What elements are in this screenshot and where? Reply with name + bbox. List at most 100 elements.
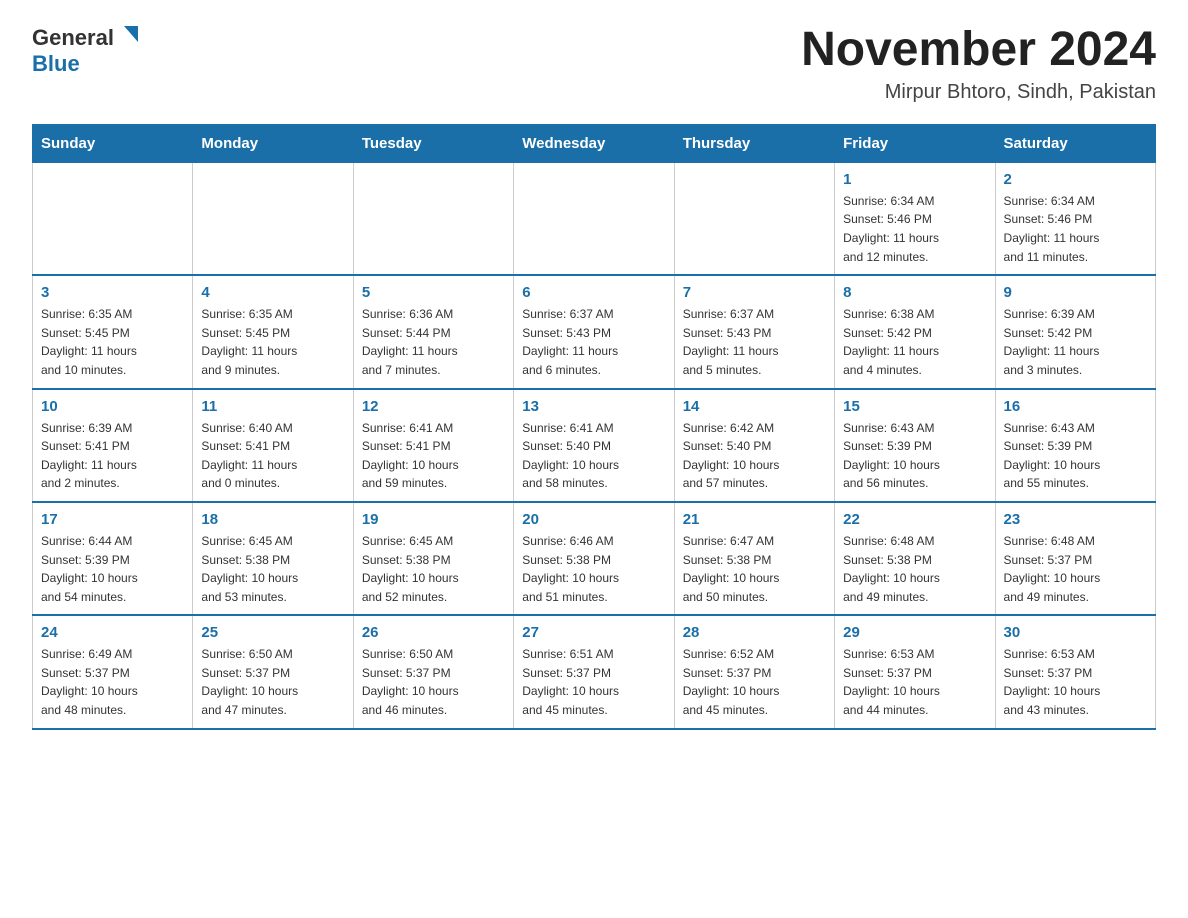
day-info: Sunrise: 6:43 AM Sunset: 5:39 PM Dayligh… <box>1004 419 1147 493</box>
day-number: 26 <box>362 624 505 641</box>
day-info: Sunrise: 6:45 AM Sunset: 5:38 PM Dayligh… <box>201 532 344 606</box>
col-header-monday: Monday <box>193 124 353 162</box>
calendar-cell: 6 Sunrise: 6:37 AM Sunset: 5:43 PM Daylig… <box>514 275 674 388</box>
day-info: Sunrise: 6:42 AM Sunset: 5:40 PM Dayligh… <box>683 419 826 493</box>
calendar-week-row: 10 Sunrise: 6:39 AM Sunset: 5:41 PM Dayli… <box>33 389 1156 502</box>
col-header-friday: Friday <box>835 124 995 162</box>
day-info: Sunrise: 6:41 AM Sunset: 5:41 PM Dayligh… <box>362 419 505 493</box>
calendar-cell: 1Sunrise: 6:34 AM Sunset: 5:46 PM Daylig… <box>835 162 995 275</box>
day-info: Sunrise: 6:35 AM Sunset: 5:45 PM Dayligh… <box>201 305 344 379</box>
calendar-cell: 23 Sunrise: 6:48 AM Sunset: 5:37 PM Dayli… <box>995 502 1155 615</box>
calendar-cell <box>33 162 193 275</box>
calendar-cell <box>674 162 834 275</box>
day-info: Sunrise: 6:36 AM Sunset: 5:44 PM Dayligh… <box>362 305 505 379</box>
day-number: 21 <box>683 511 826 528</box>
day-number: 19 <box>362 511 505 528</box>
day-info: Sunrise: 6:48 AM Sunset: 5:37 PM Dayligh… <box>1004 532 1147 606</box>
calendar-cell: 18 Sunrise: 6:45 AM Sunset: 5:38 PM Dayli… <box>193 502 353 615</box>
calendar-cell <box>353 162 513 275</box>
day-info: Sunrise: 6:47 AM Sunset: 5:38 PM Dayligh… <box>683 532 826 606</box>
day-info: Sunrise: 6:45 AM Sunset: 5:38 PM Dayligh… <box>362 532 505 606</box>
day-info: Sunrise: 6:40 AM Sunset: 5:41 PM Dayligh… <box>201 419 344 493</box>
calendar-cell: 8 Sunrise: 6:38 AM Sunset: 5:42 PM Daylig… <box>835 275 995 388</box>
calendar-week-row: 1Sunrise: 6:34 AM Sunset: 5:46 PM Daylig… <box>33 162 1156 275</box>
calendar-cell: 28 Sunrise: 6:52 AM Sunset: 5:37 PM Dayli… <box>674 615 834 728</box>
title-section: November 2024 Mirpur Bhtoro, Sindh, Paki… <box>801 24 1156 104</box>
day-info: Sunrise: 6:43 AM Sunset: 5:39 PM Dayligh… <box>843 419 986 493</box>
day-info: Sunrise: 6:48 AM Sunset: 5:38 PM Dayligh… <box>843 532 986 606</box>
day-info: Sunrise: 6:34 AM Sunset: 5:46 PM Dayligh… <box>1004 192 1147 266</box>
calendar-cell: 26 Sunrise: 6:50 AM Sunset: 5:37 PM Dayli… <box>353 615 513 728</box>
day-info: Sunrise: 6:34 AM Sunset: 5:46 PM Dayligh… <box>843 192 986 266</box>
day-number: 12 <box>362 398 505 415</box>
day-number: 20 <box>522 511 665 528</box>
day-number: 4 <box>201 284 344 301</box>
calendar-cell: 10 Sunrise: 6:39 AM Sunset: 5:41 PM Dayli… <box>33 389 193 502</box>
day-number: 30 <box>1004 624 1147 641</box>
calendar-cell: 3Sunrise: 6:35 AM Sunset: 5:45 PM Daylig… <box>33 275 193 388</box>
calendar-cell: 9Sunrise: 6:39 AM Sunset: 5:42 PM Daylig… <box>995 275 1155 388</box>
day-number: 24 <box>41 624 184 641</box>
day-info: Sunrise: 6:37 AM Sunset: 5:43 PM Dayligh… <box>522 305 665 379</box>
calendar-cell: 20 Sunrise: 6:46 AM Sunset: 5:38 PM Dayli… <box>514 502 674 615</box>
calendar-cell: 15 Sunrise: 6:43 AM Sunset: 5:39 PM Dayli… <box>835 389 995 502</box>
calendar-cell: 2Sunrise: 6:34 AM Sunset: 5:46 PM Daylig… <box>995 162 1155 275</box>
day-info: Sunrise: 6:53 AM Sunset: 5:37 PM Dayligh… <box>1004 645 1147 719</box>
day-info: Sunrise: 6:38 AM Sunset: 5:42 PM Dayligh… <box>843 305 986 379</box>
calendar-cell: 4 Sunrise: 6:35 AM Sunset: 5:45 PM Daylig… <box>193 275 353 388</box>
calendar-cell: 19 Sunrise: 6:45 AM Sunset: 5:38 PM Dayli… <box>353 502 513 615</box>
calendar-cell: 30 Sunrise: 6:53 AM Sunset: 5:37 PM Dayli… <box>995 615 1155 728</box>
calendar-cell: 29Sunrise: 6:53 AM Sunset: 5:37 PM Dayli… <box>835 615 995 728</box>
day-number: 28 <box>683 624 826 641</box>
calendar-cell: 13Sunrise: 6:41 AM Sunset: 5:40 PM Dayli… <box>514 389 674 502</box>
day-info: Sunrise: 6:51 AM Sunset: 5:37 PM Dayligh… <box>522 645 665 719</box>
day-info: Sunrise: 6:50 AM Sunset: 5:37 PM Dayligh… <box>362 645 505 719</box>
calendar-cell: 21 Sunrise: 6:47 AM Sunset: 5:38 PM Dayli… <box>674 502 834 615</box>
calendar-week-row: 24 Sunrise: 6:49 AM Sunset: 5:37 PM Dayli… <box>33 615 1156 728</box>
calendar-cell: 12 Sunrise: 6:41 AM Sunset: 5:41 PM Dayli… <box>353 389 513 502</box>
col-header-saturday: Saturday <box>995 124 1155 162</box>
calendar-cell: 7Sunrise: 6:37 AM Sunset: 5:43 PM Daylig… <box>674 275 834 388</box>
calendar-cell <box>514 162 674 275</box>
day-info: Sunrise: 6:49 AM Sunset: 5:37 PM Dayligh… <box>41 645 184 719</box>
day-number: 27 <box>522 624 665 641</box>
logo-general-text: General <box>32 25 114 51</box>
month-title: November 2024 <box>801 24 1156 77</box>
day-info: Sunrise: 6:46 AM Sunset: 5:38 PM Dayligh… <box>522 532 665 606</box>
calendar-cell: 14 Sunrise: 6:42 AM Sunset: 5:40 PM Dayli… <box>674 389 834 502</box>
day-number: 29 <box>843 624 986 641</box>
day-number: 3 <box>41 284 184 301</box>
calendar-cell: 27 Sunrise: 6:51 AM Sunset: 5:37 PM Dayli… <box>514 615 674 728</box>
day-number: 18 <box>201 511 344 528</box>
day-number: 15 <box>843 398 986 415</box>
day-number: 23 <box>1004 511 1147 528</box>
calendar-cell: 17Sunrise: 6:44 AM Sunset: 5:39 PM Dayli… <box>33 502 193 615</box>
col-header-thursday: Thursday <box>674 124 834 162</box>
calendar-header-row: SundayMondayTuesdayWednesdayThursdayFrid… <box>33 124 1156 162</box>
calendar-week-row: 3 Sunrise: 6:35 AM Sunset: 5:45 PM Daylig… <box>33 275 1156 388</box>
day-number: 5 <box>362 284 505 301</box>
day-number: 9 <box>1004 284 1147 301</box>
calendar-cell: 25Sunrise: 6:50 AM Sunset: 5:37 PM Dayli… <box>193 615 353 728</box>
logo-icon <box>116 24 138 46</box>
day-number: 10 <box>41 398 184 415</box>
day-number: 6 <box>522 284 665 301</box>
calendar-cell: 24 Sunrise: 6:49 AM Sunset: 5:37 PM Dayli… <box>33 615 193 728</box>
calendar-cell: 5 Sunrise: 6:36 AM Sunset: 5:44 PM Daylig… <box>353 275 513 388</box>
day-info: Sunrise: 6:39 AM Sunset: 5:41 PM Dayligh… <box>41 419 184 493</box>
day-number: 16 <box>1004 398 1147 415</box>
day-number: 11 <box>201 398 344 415</box>
logo-blue-text: Blue <box>32 51 80 76</box>
calendar-cell <box>193 162 353 275</box>
day-number: 8 <box>843 284 986 301</box>
day-number: 14 <box>683 398 826 415</box>
day-number: 7 <box>683 284 826 301</box>
logo: General Blue <box>32 24 138 77</box>
calendar-cell: 16 Sunrise: 6:43 AM Sunset: 5:39 PM Dayli… <box>995 389 1155 502</box>
col-header-sunday: Sunday <box>33 124 193 162</box>
calendar-cell: 22 Sunrise: 6:48 AM Sunset: 5:38 PM Dayli… <box>835 502 995 615</box>
calendar-table: SundayMondayTuesdayWednesdayThursdayFrid… <box>32 124 1156 730</box>
day-info: Sunrise: 6:52 AM Sunset: 5:37 PM Dayligh… <box>683 645 826 719</box>
location-subtitle: Mirpur Bhtoro, Sindh, Pakistan <box>801 81 1156 104</box>
day-number: 22 <box>843 511 986 528</box>
